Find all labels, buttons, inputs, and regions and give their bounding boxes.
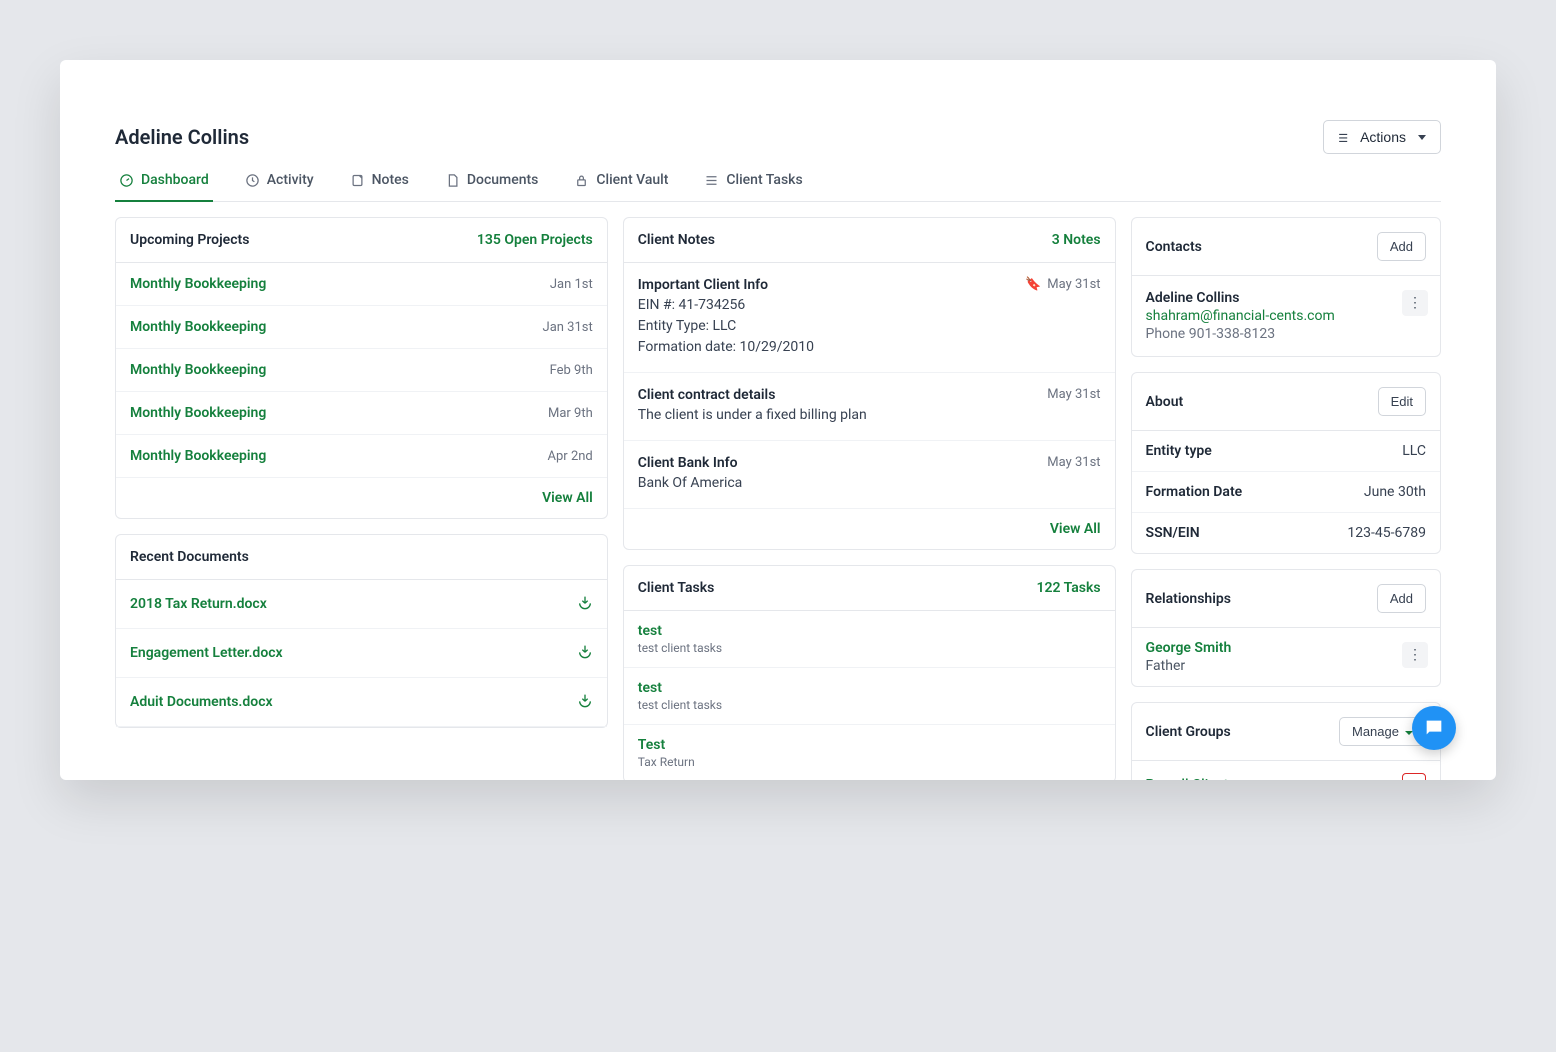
actions-button[interactable]: Actions [1323,120,1441,154]
contact-name: Adeline Collins [1146,290,1426,306]
download-icon[interactable] [577,594,593,614]
relationship-role: Father [1146,658,1426,674]
relationships-title: Relationships [1146,591,1231,607]
document-row[interactable]: 2018 Tax Return.docx [116,580,607,629]
project-row[interactable]: Monthly BookkeepingJan 31st [116,306,607,349]
upcoming-projects-card: Upcoming Projects 135 Open Projects Mont… [115,217,608,519]
tab-activity[interactable]: Activity [241,172,318,202]
app-frame: Adeline Collins Actions Dashboard Activi… [60,60,1496,780]
edit-about-button[interactable]: Edit [1378,387,1426,416]
tasks-count[interactable]: 122 Tasks [1036,580,1100,596]
upcoming-count[interactable]: 135 Open Projects [477,232,593,248]
col-1: Upcoming Projects 135 Open Projects Mont… [115,217,608,780]
client-groups-card: Client Groups Manage Payroll Clients ✕ C… [1131,702,1441,780]
caret-down-icon [1418,135,1426,140]
contact-phone: Phone 901-338-8123 [1146,326,1426,342]
contacts-card: Contacts Add Adeline Collins shahram@fin… [1131,217,1441,357]
tab-dashboard[interactable]: Dashboard [115,172,213,202]
activity-icon [245,173,260,188]
contact-menu-button[interactable]: ⋮ [1402,290,1428,316]
documents-icon [445,173,460,188]
task-row[interactable]: test test client tasks [624,611,1115,668]
project-row[interactable]: Monthly BookkeepingApr 2nd [116,435,607,478]
task-row[interactable]: test test client tasks [624,668,1115,725]
header-row: Adeline Collins Actions [115,120,1441,154]
notes-viewall[interactable]: View All [624,509,1115,549]
project-row[interactable]: Monthly BookkeepingMar 9th [116,392,607,435]
tabs: Dashboard Activity Notes Documents Clien… [115,172,1441,202]
group-row: Payroll Clients ✕ [1132,761,1440,780]
download-icon[interactable] [577,692,593,712]
notes-title: Client Notes [638,232,715,248]
note-row[interactable]: Client Bank Info May 31st Bank Of Americ… [624,441,1115,509]
recent-documents-card: Recent Documents 2018 Tax Return.docx En… [115,534,608,728]
tasks-icon [704,173,719,188]
chat-fab[interactable] [1412,706,1456,750]
list-icon [1338,129,1352,145]
content-grid: Upcoming Projects 135 Open Projects Mont… [115,202,1441,780]
relationship-row: George Smith Father ⋮ [1132,628,1440,686]
add-relationship-button[interactable]: Add [1377,584,1426,613]
client-notes-card: Client Notes 3 Notes Important Client In… [623,217,1116,550]
tab-client-vault[interactable]: Client Vault [570,172,672,202]
actions-label: Actions [1360,129,1406,145]
document-row[interactable]: Engagement Letter.docx [116,629,607,678]
about-row: Formation DateJune 30th [1132,472,1440,513]
groups-title: Client Groups [1146,724,1231,740]
dashboard-icon [119,173,134,188]
col-3: Contacts Add Adeline Collins shahram@fin… [1131,217,1441,780]
about-title: About [1146,394,1184,410]
tab-documents[interactable]: Documents [441,172,543,202]
relationship-menu-button[interactable]: ⋮ [1402,642,1428,668]
note-row[interactable]: Important Client Info 🔖May 31st EIN #: 4… [624,263,1115,373]
add-contact-button[interactable]: Add [1377,232,1426,261]
tasks-title: Client Tasks [638,580,715,596]
download-icon[interactable] [577,643,593,663]
tab-notes[interactable]: Notes [346,172,413,202]
notes-count[interactable]: 3 Notes [1052,232,1101,248]
tab-client-tasks[interactable]: Client Tasks [700,172,806,202]
about-row: Entity typeLLC [1132,431,1440,472]
about-card: About Edit Entity typeLLC Formation Date… [1131,372,1441,554]
documents-title: Recent Documents [130,549,249,565]
relationship-name[interactable]: George Smith [1146,640,1426,656]
document-row[interactable]: Aduit Documents.docx [116,678,607,727]
note-row[interactable]: Client contract details May 31st The cli… [624,373,1115,441]
bookmark-icon: 🔖 [1025,277,1041,292]
lock-icon [574,173,589,188]
notes-icon [350,173,365,188]
project-row[interactable]: Monthly BookkeepingJan 1st [116,263,607,306]
upcoming-title: Upcoming Projects [130,232,249,248]
col-2: Client Notes 3 Notes Important Client In… [623,217,1116,780]
about-row: SSN/EIN123-45-6789 [1132,513,1440,553]
contact-row: Adeline Collins shahram@financial-cents.… [1132,276,1440,356]
relationships-card: Relationships Add George Smith Father ⋮ [1131,569,1441,687]
project-row[interactable]: Monthly BookkeepingFeb 9th [116,349,607,392]
upcoming-viewall[interactable]: View All [116,478,607,518]
task-row[interactable]: Test Tax Return [624,725,1115,780]
remove-group-button[interactable]: ✕ [1402,773,1426,780]
client-tasks-card: Client Tasks 122 Tasks test test client … [623,565,1116,780]
contact-email[interactable]: shahram@financial-cents.com [1146,308,1426,324]
client-name: Adeline Collins [115,125,249,149]
contacts-title: Contacts [1146,239,1202,255]
